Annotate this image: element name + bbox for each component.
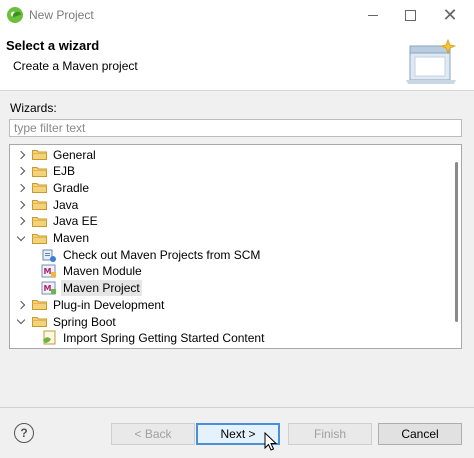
button-bar-separator	[0, 407, 474, 408]
eclipse-app-icon	[7, 7, 23, 23]
maven-module-icon: M	[41, 263, 57, 279]
svg-text:M: M	[44, 284, 52, 293]
chevron-right-icon[interactable]	[16, 163, 26, 180]
folder-icon	[32, 182, 47, 194]
page-description: Create a Maven project	[13, 59, 138, 73]
tree-label: Plug-in Development	[53, 297, 165, 312]
help-button[interactable]: ?	[14, 423, 34, 443]
tree-folder-spring-boot[interactable]: Spring Boot	[16, 313, 118, 330]
chevron-down-icon[interactable]	[16, 313, 26, 330]
tree-item-check-out-maven-projects-from-scm[interactable]: Check out Maven Projects from SCM	[41, 246, 262, 263]
folder-icon	[32, 216, 47, 227]
tree-folder-general[interactable]: General	[16, 146, 98, 163]
chevron-right-icon[interactable]	[16, 196, 26, 213]
svg-text:M: M	[44, 267, 52, 276]
minimize-icon	[368, 14, 378, 16]
folder-icon	[32, 199, 47, 211]
maximize-button[interactable]	[390, 0, 430, 30]
tree-label: Spring Boot	[53, 314, 116, 329]
tree-folder-maven[interactable]: Maven	[16, 230, 91, 247]
new-wizard-banner-icon	[406, 38, 457, 84]
chevron-right-icon[interactable]	[16, 146, 26, 163]
tree-label: Maven Module	[63, 264, 142, 279]
folder-icon	[32, 166, 47, 177]
finish-button[interactable]: Finish	[288, 423, 372, 445]
tree-item-maven-project[interactable]: M Maven Project	[41, 280, 142, 297]
folder-open-icon	[32, 316, 47, 327]
page-title: Select a wizard	[6, 38, 100, 53]
chevron-right-icon[interactable]	[16, 179, 26, 196]
wizard-header: Select a wizard Create a Maven project	[0, 30, 474, 91]
mouse-pointer-icon	[264, 432, 278, 451]
tree-label: EJB	[53, 164, 76, 179]
maximize-icon	[404, 9, 416, 21]
folder-icon	[32, 149, 47, 160]
back-button[interactable]: < Back	[111, 423, 195, 445]
wizards-label: Wizards:	[10, 101, 57, 115]
close-icon: ✕	[442, 5, 458, 25]
filter-input[interactable]	[9, 119, 462, 137]
title-bar: New Project ✕	[0, 0, 474, 30]
tree-label: Java	[53, 197, 79, 212]
tree-folder-plug-in-development[interactable]: Plug-in Development	[16, 296, 166, 313]
chevron-right-icon[interactable]	[16, 213, 26, 230]
tree-label: Java EE	[53, 214, 98, 229]
tree-label: Check out Maven Projects from SCM	[63, 247, 261, 262]
help-icon: ?	[20, 426, 28, 440]
cancel-button[interactable]: Cancel	[378, 423, 462, 445]
tree-label: Import Spring Getting Started Content	[63, 331, 265, 346]
scm-checkout-icon	[41, 247, 57, 263]
tree-folder-gradle[interactable]: Gradle	[16, 179, 91, 196]
maven-project-icon: M	[41, 280, 57, 296]
close-button[interactable]: ✕	[430, 0, 470, 30]
chevron-down-icon[interactable]	[16, 230, 26, 247]
minimize-button[interactable]	[353, 0, 393, 30]
tree-label: Maven	[53, 231, 90, 245]
spring-import-icon	[41, 330, 57, 346]
tree-label: Maven Project	[61, 280, 142, 297]
tree-label: General	[53, 147, 96, 162]
chevron-right-icon[interactable]	[16, 296, 26, 313]
tree-scrollbar[interactable]	[455, 162, 458, 322]
tree-label: Gradle	[53, 180, 90, 195]
folder-open-icon	[32, 233, 47, 244]
tree-folder-ejb[interactable]: EJB	[16, 163, 77, 180]
wizard-tree[interactable]: General EJB Gradle Java Java EE Maven Check ou…	[9, 144, 462, 349]
tree-item-maven-module[interactable]: M Maven Module	[41, 263, 144, 280]
tree-item-import-spring-getting-started-content[interactable]: Import Spring Getting Started Content	[41, 330, 266, 347]
tree-folder-java-ee[interactable]: Java EE	[16, 213, 100, 230]
folder-icon	[32, 299, 47, 311]
tree-folder-java[interactable]: Java	[16, 196, 80, 213]
window-title: New Project	[29, 8, 94, 22]
